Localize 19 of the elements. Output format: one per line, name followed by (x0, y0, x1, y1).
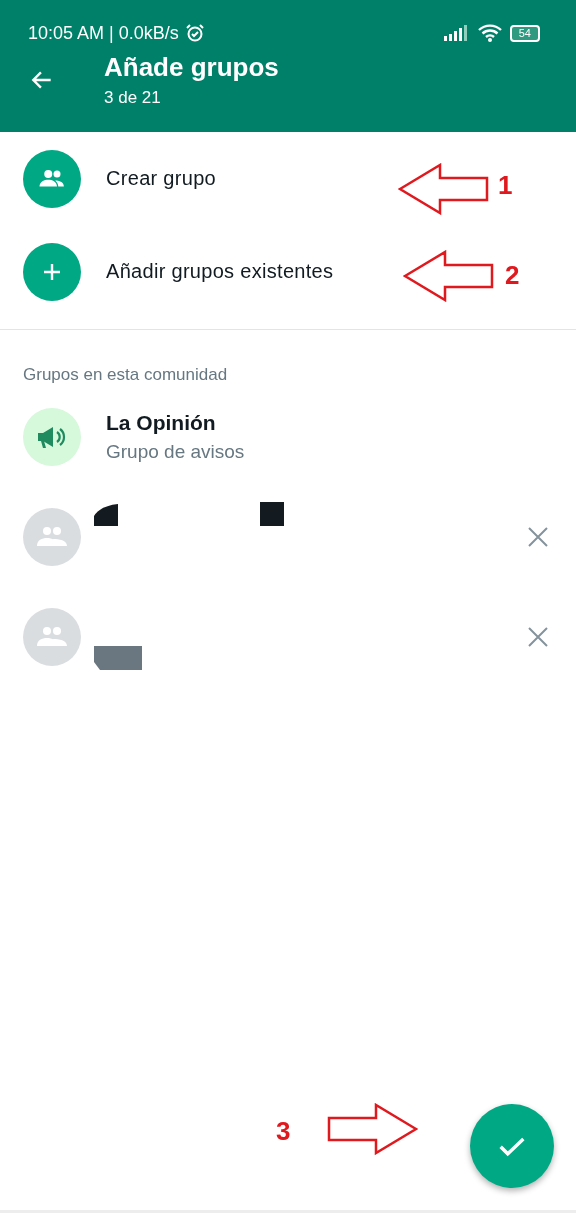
screen-title: Añade grupos (104, 52, 279, 83)
redaction-mark (94, 646, 142, 670)
group-icon (23, 149, 81, 208)
annotation-number: 1 (498, 170, 513, 201)
plus-icon (23, 242, 81, 301)
group-subtitle: Grupo de avisos (106, 441, 245, 463)
redaction-mark (94, 504, 118, 526)
alarm-clock-icon (184, 23, 205, 43)
annotation-number: 3 (276, 1116, 291, 1147)
battery-indicator: 54 (509, 24, 540, 42)
annotation-number: 2 (505, 260, 520, 291)
signal-icon (443, 25, 470, 41)
status-time: 10:05 AM | 0.0kB/s (28, 22, 179, 44)
wifi-icon (477, 24, 502, 42)
group-name: La Opinión (106, 411, 217, 435)
redaction-mark (260, 502, 284, 526)
confirm-button[interactable] (470, 1104, 554, 1188)
screen-subtitle: 3 de 21 (104, 88, 162, 108)
section-label: Grupos en esta comunidad (22, 364, 229, 385)
